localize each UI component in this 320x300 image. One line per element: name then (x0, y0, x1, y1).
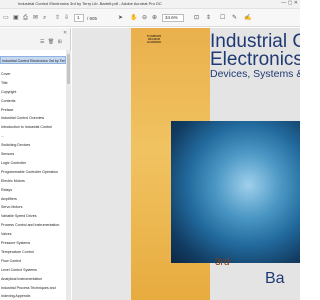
bookmark-item[interactable]: Preface (0, 106, 66, 114)
bookmark-item[interactable]: Variable Speed Drives (0, 212, 66, 220)
toolbar: ▭ ▣ ⎙ ✉ ⌕ ⇧ ⇩ 1 / 905 ➤ ✋ ⊖ ⊕ 34.6% ⊡ ⇕ … (0, 9, 300, 27)
bookmark-item[interactable]: Amplifiers (0, 195, 66, 203)
comment-icon[interactable]: ☐ (220, 15, 225, 21)
bookmark-item[interactable]: Valves (0, 230, 66, 238)
bookmark-list: Industrial Control Electronics 3rd by Te… (0, 50, 66, 300)
bookmark-item[interactable]: Introduction to Industrial Control (0, 123, 66, 131)
email-icon[interactable]: ✉ (33, 15, 38, 21)
page-number-input[interactable]: 1 (74, 14, 84, 22)
hand-tool-icon[interactable]: ✋ (130, 15, 137, 21)
bookmark-item[interactable]: Level Control Systems (0, 266, 66, 274)
cover-title-line2: Electronics (210, 49, 300, 70)
publisher-logo: THOMSON DELMAR LEARNING (146, 34, 162, 45)
title-bar: Industrial Control Electronics 3rd by Te… (0, 0, 300, 9)
next-page-icon[interactable]: ⇩ (64, 15, 69, 21)
window-controls[interactable]: — ▢ ✕ (281, 0, 298, 6)
bookmark-item[interactable]: Title (0, 79, 66, 87)
scrollbar-thumb[interactable] (67, 54, 70, 84)
bookmark-item[interactable]: Industrial Process Techniques and (0, 284, 66, 292)
search-icon[interactable]: ⌕ (43, 15, 46, 21)
cover-author: Ba (265, 270, 285, 287)
scroll-mode-icon[interactable]: ⇕ (206, 15, 211, 21)
bookmark-item[interactable]: Temperature Control (0, 248, 66, 256)
fit-page-icon[interactable]: ⊡ (194, 15, 199, 21)
bookmark-item[interactable]: Switching Devices (0, 141, 66, 149)
bookmark-item[interactable]: Electric Motors (0, 177, 66, 185)
bookmarks-panel-header: ✕ ☰ 🗑 ⊞ (0, 28, 71, 50)
window-title: Industrial Control Electronics 3rd by Te… (18, 1, 162, 6)
sign-icon[interactable]: ✍ (244, 15, 251, 21)
prev-page-icon[interactable]: ⇧ (55, 15, 60, 21)
bookmark-item[interactable]: Analytical Instrumentation (0, 275, 66, 283)
page-total: / 905 (87, 16, 98, 21)
print-icon[interactable]: ⎙ (23, 15, 28, 21)
zoom-out-icon[interactable]: ⊖ (142, 15, 147, 21)
bookmark-item[interactable]: Indexing Appendix (0, 292, 66, 300)
close-panel-icon[interactable]: ✕ (63, 30, 67, 36)
bookmark-tools[interactable]: ☰ 🗑 ⊞ (40, 39, 63, 45)
bookmark-item[interactable]: Contents (0, 97, 66, 105)
bookmark-item[interactable]: Pressure Systems (0, 239, 66, 247)
bookmark-item[interactable]: ... (0, 132, 66, 140)
bookmarks-panel: ✕ ☰ 🗑 ⊞ Industrial Control Electronics 3… (0, 28, 71, 300)
highlight-icon[interactable]: ✎ (232, 15, 237, 21)
cover-turbine-image (171, 121, 300, 263)
cover-subtitle: Devices, Systems & A (210, 68, 300, 80)
acrobat-window: Industrial Control Electronics 3rd by Te… (0, 0, 300, 300)
bookmark-item[interactable]: Relays (0, 186, 66, 194)
bookmark-item[interactable]: Process Control and Instrumentation (0, 221, 66, 229)
select-tool-icon[interactable]: ➤ (118, 15, 123, 21)
bookmark-item[interactable]: Industrial Control Overview (0, 114, 66, 122)
bookmark-item[interactable]: Cover (0, 70, 66, 78)
bookmark-item[interactable]: Sensors (0, 150, 66, 158)
bookmark-item[interactable]: Servo Motors (0, 203, 66, 211)
bookmark-item[interactable]: Logic Controller (0, 159, 66, 167)
zoom-in-icon[interactable]: ⊕ (152, 15, 157, 21)
bookmark-item[interactable]: Flow Control (0, 257, 66, 265)
bookmark-item[interactable]: Copyright (0, 88, 66, 96)
bookmark-item[interactable]: Programmable Controller Operation (0, 168, 66, 176)
cover-edition: 3rd (215, 257, 230, 268)
zoom-level-field[interactable]: 34.6% (162, 14, 184, 22)
save-icon[interactable]: ▣ (13, 15, 19, 21)
bookmarks-scrollbar[interactable] (66, 50, 71, 300)
bookmark-item[interactable]: Industrial Control Electronics 3rd by Te… (0, 56, 66, 64)
open-folder-icon[interactable]: ▭ (3, 15, 9, 21)
pdf-page-cover: THOMSON DELMAR LEARNING Industrial C Ele… (131, 28, 300, 300)
